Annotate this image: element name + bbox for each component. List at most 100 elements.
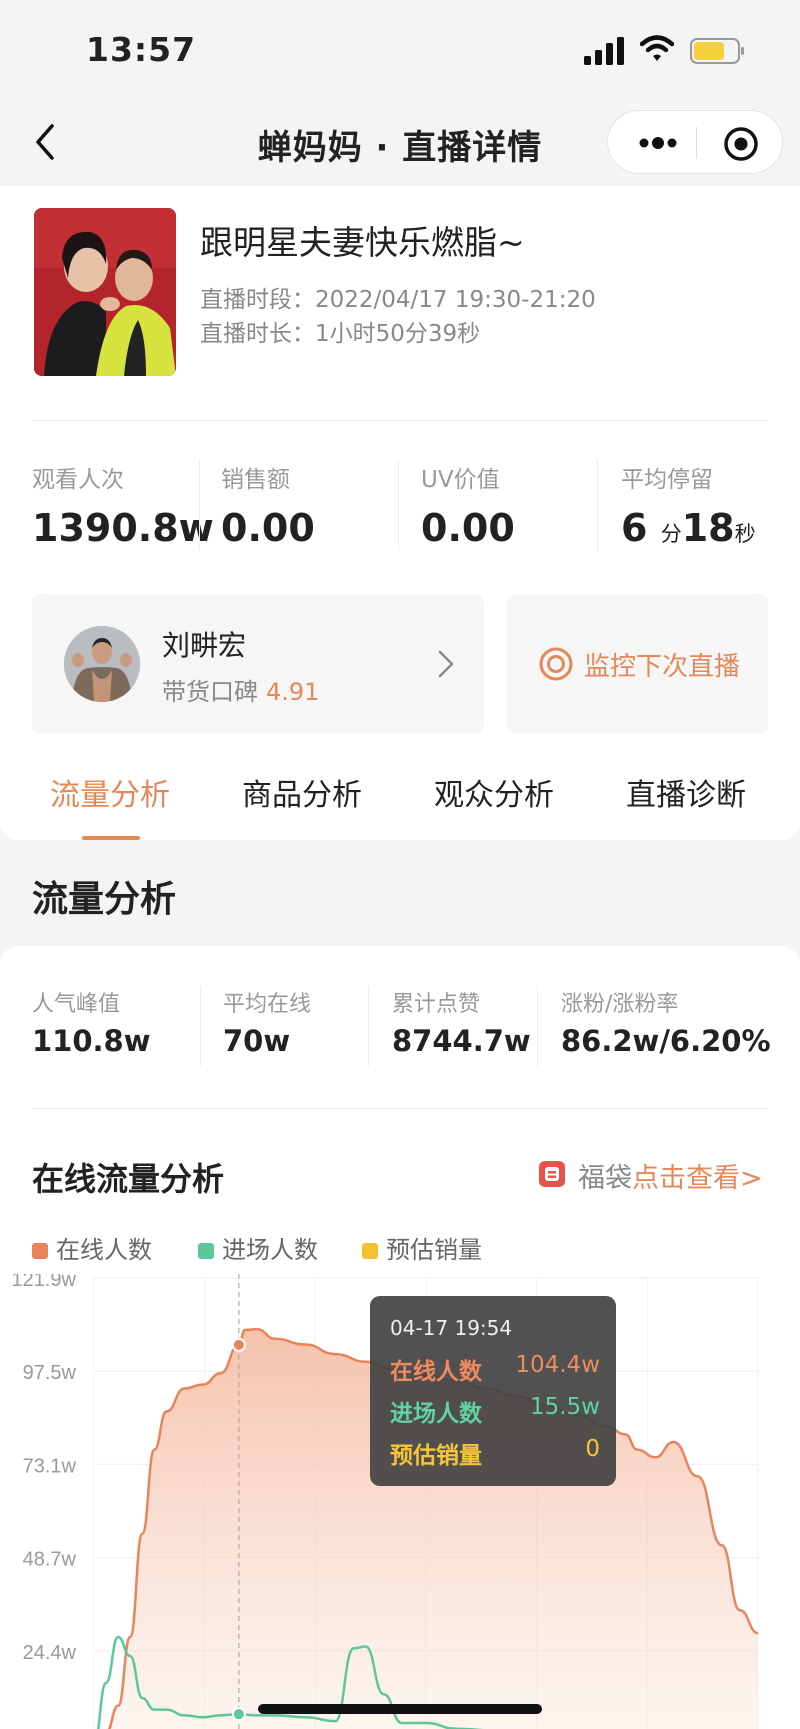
host-reputation-label: 带货口碑: [162, 678, 258, 706]
y-tick-label: 48.7w: [23, 1549, 77, 1571]
divider: [32, 1108, 768, 1109]
tooltip-value: 104.4w: [515, 1352, 600, 1378]
live-summary-card: 跟明星夫妻快乐燃脂~ 直播时段：2022/04/17 19:30-21:20 直…: [0, 186, 800, 840]
tooltip-value: 15.5w: [529, 1394, 600, 1420]
live-duration: 直播时长：1小时50分39秒: [200, 314, 480, 348]
stat-label: 人气峰值: [32, 992, 121, 1017]
chart-tooltip: 04-17 19:54 在线人数 104.4w 进场人数 15.5w 预估销量 0: [370, 1296, 616, 1486]
home-indicator: [258, 1704, 542, 1714]
live-period-value: 2022/04/17 19:30-21:20: [315, 287, 596, 313]
tooltip-label: 在线人数: [390, 1359, 482, 1385]
stat-value: 0.00: [221, 506, 315, 550]
tooltip-row-enter: 进场人数 15.5w: [390, 1394, 600, 1428]
host-card[interactable]: 刘畊宏 带货口碑 4.91: [32, 594, 484, 734]
legend-label: 进场人数: [222, 1236, 318, 1264]
cellular-signal-icon: [584, 37, 624, 65]
tab-products[interactable]: 商品分析: [242, 770, 362, 814]
tooltip-value: 0: [585, 1436, 600, 1462]
stat-value: 8744.7w: [392, 1024, 531, 1058]
stat-peak: 人气峰值 110.8w: [32, 986, 151, 1058]
legend-swatch: [32, 1243, 48, 1259]
more-icon[interactable]: [636, 129, 680, 157]
monitor-label: 监控下次直播: [584, 652, 741, 682]
stat-label: 平均停留: [621, 467, 713, 493]
tooltip-time: 04-17 19:54: [390, 1316, 513, 1340]
host-reputation: 带货口碑 4.91: [162, 672, 319, 707]
y-tick-label: 24.4w: [23, 1642, 77, 1664]
legend-sales[interactable]: 预估销量: [362, 1230, 482, 1264]
stat-value: 0.00: [421, 506, 515, 550]
tab-diagnosis[interactable]: 直播诊断: [626, 770, 746, 814]
live-duration-label: 直播时长：: [200, 321, 315, 347]
live-title: 跟明星夫妻快乐燃脂~: [200, 223, 525, 262]
stat-value: 110.8w: [32, 1024, 151, 1058]
stat-divider: [537, 986, 538, 1066]
stat-label: 平均在线: [223, 992, 312, 1017]
stat-divider: [597, 460, 598, 550]
y-tick-label: 97.5w: [23, 1362, 77, 1384]
host-avatar: [64, 626, 140, 702]
live-period: 直播时段：2022/04/17 19:30-21:20: [200, 280, 596, 314]
stat-divider: [368, 986, 369, 1066]
divider: [32, 420, 768, 421]
stay-minutes-unit: 分: [660, 522, 682, 546]
monitor-next-live-button[interactable]: 监控下次直播: [506, 594, 768, 734]
chevron-right-icon: [438, 650, 454, 678]
tooltip-row-sales: 预估销量 0: [390, 1436, 600, 1470]
stay-minutes: 6: [621, 506, 648, 550]
wifi-icon: [640, 35, 674, 61]
status-time: 13:57: [86, 30, 197, 69]
target-icon: [539, 647, 573, 681]
lucky-bag-icon: [539, 1161, 565, 1187]
stat-label: 累计点赞: [392, 992, 481, 1017]
stat-label: 涨粉/涨粉率: [561, 992, 679, 1017]
stat-avg-online: 平均在线 70w: [223, 986, 311, 1058]
host-name: 刘畊宏: [162, 629, 247, 662]
stat-avg-stay: 平均停留 6 分18秒: [621, 460, 756, 560]
crosshair-point-enter: [231, 1707, 246, 1722]
chart-title: 在线流量分析: [32, 1160, 225, 1198]
legend-swatch: [362, 1243, 378, 1259]
crosshair-point-online: [231, 1337, 246, 1352]
tooltip-label: 进场人数: [390, 1401, 482, 1427]
tooltip-row-online: 在线人数 104.4w: [390, 1352, 600, 1386]
status-bar: 13:57: [0, 0, 800, 100]
tooltip-label: 预估销量: [390, 1443, 482, 1469]
stat-label: 销售额: [221, 467, 290, 493]
lucky-bag-link[interactable]: 点击查看>: [632, 1163, 763, 1194]
lucky-bag-entry[interactable]: 福袋点击查看>: [578, 1156, 763, 1195]
tab-active-indicator: [82, 836, 140, 840]
y-tick-label: 73.1w: [23, 1455, 77, 1477]
stay-seconds: 18: [681, 506, 735, 550]
stat-divider: [398, 460, 399, 550]
close-target-icon[interactable]: [722, 125, 760, 163]
stat-sales: 销售额 0.00: [221, 460, 315, 560]
stat-divider: [199, 460, 200, 550]
tab-traffic[interactable]: 流量分析: [50, 770, 170, 814]
y-tick-label: 121.9w: [12, 1274, 77, 1291]
lucky-bag-label: 福袋: [578, 1163, 632, 1194]
nav-bar: 蝉妈妈 · 直播详情: [0, 100, 800, 186]
live-duration-value: 1小时50分39秒: [315, 321, 481, 347]
stay-seconds-unit: 秒: [734, 522, 756, 546]
stat-value: 1390.8w: [32, 506, 214, 550]
section-title: 流量分析: [32, 879, 177, 920]
stat-views: 观看人次 1390.8w: [32, 460, 214, 560]
legend-online[interactable]: 在线人数: [32, 1230, 152, 1264]
tab-audience[interactable]: 观众分析: [434, 770, 554, 814]
live-stats: 观看人次 1390.8w 销售额 0.00 UV价值 0.00 平均停留 6 分…: [0, 422, 800, 550]
legend-label: 在线人数: [56, 1236, 152, 1264]
stat-value: 6 分18秒: [621, 506, 756, 550]
battery-icon: [690, 38, 744, 64]
analysis-tabs: 流量分析 商品分析 观众分析 直播诊断: [0, 764, 800, 840]
legend-enter[interactable]: 进场人数: [198, 1230, 318, 1264]
host-reputation-score: 4.91: [266, 678, 320, 706]
legend-label: 预估销量: [386, 1236, 482, 1264]
live-period-label: 直播时段：: [200, 287, 315, 313]
stat-label: UV价值: [421, 467, 500, 493]
stat-label: 观看人次: [32, 467, 124, 493]
stat-uv-value: UV价值 0.00: [421, 460, 515, 560]
stat-value: 86.2w/6.20%: [561, 1024, 771, 1058]
live-cover-image[interactable]: [34, 208, 176, 376]
legend-swatch: [198, 1243, 214, 1259]
